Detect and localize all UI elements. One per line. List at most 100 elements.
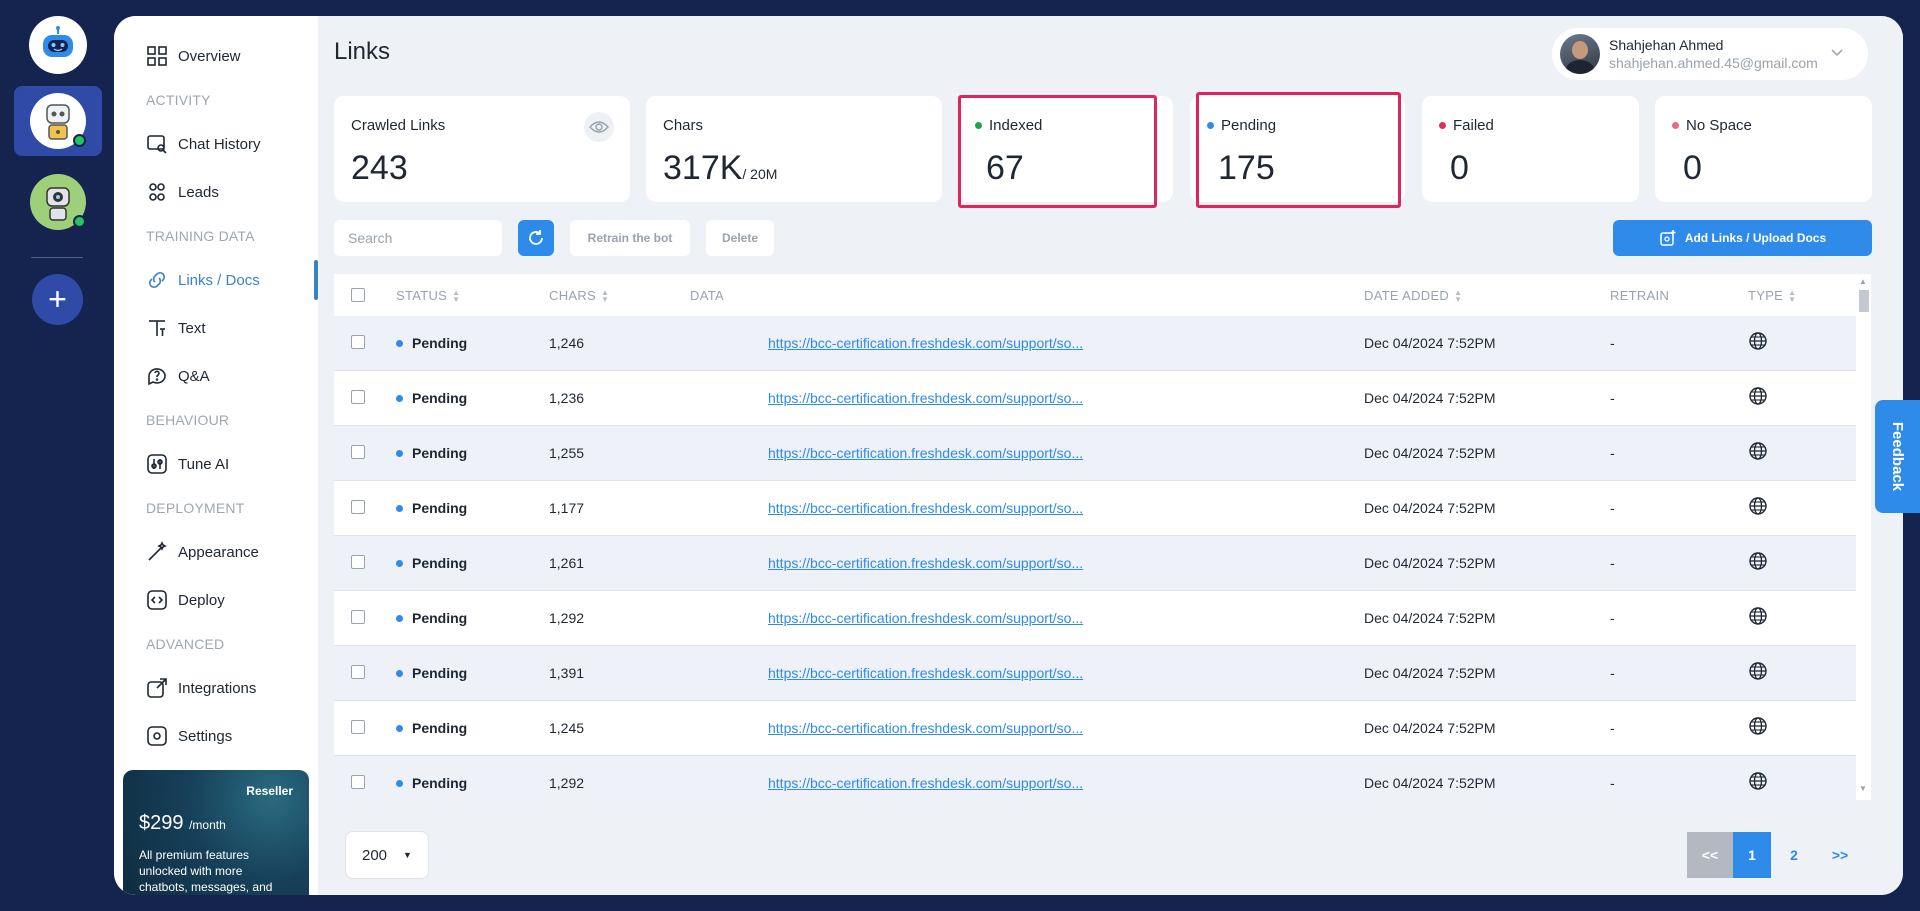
status-badge: Pending — [396, 555, 467, 571]
row-date: Dec 04/2024 7:52PM — [1364, 445, 1496, 461]
table-row: Pending 1,246 https://bcc-certification.… — [334, 316, 1856, 371]
feedback-label: Feedback — [1889, 421, 1907, 492]
column-header-date-added[interactable]: DATE ADDED ▲ ▼ — [1364, 288, 1462, 303]
row-url-link[interactable]: https://bcc-certification.freshdesk.com/… — [768, 390, 1083, 406]
row-checkbox[interactable] — [351, 445, 365, 459]
online-status-indicator — [73, 215, 86, 228]
add-links-upload-docs-button[interactable]: Add Links / Upload Docs — [1613, 220, 1872, 256]
page-size-select[interactable]: 200 ▼ — [345, 831, 429, 879]
row-url-link[interactable]: https://bcc-certification.freshdesk.com/… — [768, 720, 1083, 736]
row-chars: 1,255 — [549, 445, 585, 461]
table-row: Pending 1,292 https://bcc-certification.… — [334, 591, 1856, 646]
row-checkbox[interactable] — [351, 500, 365, 514]
pagination: << 1 2 >> — [1687, 832, 1863, 878]
row-checkbox[interactable] — [351, 665, 365, 679]
robot-icon — [46, 104, 70, 140]
sort-icon: ▲ ▼ — [1454, 287, 1463, 304]
row-date: Dec 04/2024 7:52PM — [1364, 720, 1496, 736]
bot-avatar-2[interactable] — [30, 174, 86, 230]
row-retrain: - — [1610, 610, 1615, 626]
row-chars: 1,245 — [549, 720, 585, 736]
stat-value: 243 — [351, 149, 408, 187]
sidebar-item-label: Appearance — [178, 543, 259, 561]
table-scrollbar[interactable]: ▲ ▼ — [1856, 274, 1871, 800]
row-url-link[interactable]: https://bcc-certification.freshdesk.com/… — [768, 335, 1083, 351]
row-url-link[interactable]: https://bcc-certification.freshdesk.com/… — [768, 665, 1083, 681]
scroll-down-icon[interactable]: ▼ — [1859, 784, 1867, 793]
add-bot-button[interactable]: + — [32, 274, 83, 325]
sidebar-item-overview[interactable]: Overview — [146, 41, 241, 71]
main-content: Links Shahjehan Ahmed shahjehan.ahmed.45… — [318, 16, 1903, 895]
sidebar-item-chat-history[interactable]: Chat History — [146, 129, 261, 159]
row-url-link[interactable]: https://bcc-certification.freshdesk.com/… — [768, 500, 1083, 516]
search-input[interactable] — [334, 220, 502, 256]
select-all-checkbox[interactable] — [351, 288, 365, 302]
page-1-button[interactable]: 1 — [1733, 832, 1771, 878]
row-chars: 1,391 — [549, 665, 585, 681]
promo-tier: Reseller — [246, 784, 293, 798]
status-dot-icon — [396, 559, 403, 567]
stat-card-crawled-links: Crawled Links 243 — [334, 96, 630, 202]
sidebar-item-label: Text — [178, 319, 206, 337]
globe-icon — [1749, 332, 1767, 350]
row-url-link[interactable]: https://bcc-certification.freshdesk.com/… — [768, 555, 1083, 571]
page-title: Links — [334, 38, 391, 65]
column-header-type[interactable]: TYPE ▲ ▼ — [1748, 288, 1796, 303]
page-2-button[interactable]: 2 — [1771, 832, 1817, 878]
question-chat-icon — [148, 368, 166, 386]
chat-search-icon — [147, 135, 167, 154]
globe-icon — [1749, 662, 1767, 680]
sidebar-item-deploy[interactable]: Deploy — [146, 585, 225, 615]
scrollbar-thumb[interactable] — [1859, 290, 1869, 312]
next-page-button[interactable]: >> — [1817, 832, 1863, 878]
feedback-tab[interactable]: Feedback — [1875, 400, 1920, 513]
gear-icon — [147, 726, 167, 746]
row-chars: 1,292 — [549, 775, 585, 791]
sidebar-item-qa[interactable]: Q&A — [146, 361, 210, 391]
robot-icon — [46, 187, 70, 221]
status-badge: Pending — [396, 500, 467, 516]
row-retrain: - — [1610, 500, 1615, 516]
status-dot-icon — [396, 339, 403, 347]
sidebar-item-links-docs[interactable]: Links / Docs — [146, 265, 260, 295]
eye-icon[interactable] — [584, 112, 614, 142]
scroll-up-icon[interactable]: ▲ — [1859, 277, 1867, 286]
table-body: Pending 1,246 https://bcc-certification.… — [334, 316, 1856, 800]
app-logo-icon[interactable] — [29, 16, 87, 74]
row-checkbox[interactable] — [351, 555, 365, 569]
sidebar-item-text[interactable]: Text — [146, 313, 206, 343]
sidebar-item-leads[interactable]: Leads — [146, 177, 219, 207]
sidebar-item-integrations[interactable]: Integrations — [146, 673, 256, 703]
row-checkbox[interactable] — [351, 610, 365, 624]
status-dot-icon — [396, 614, 403, 622]
status-dot-icon — [396, 504, 403, 512]
sidebar-item-tune-ai[interactable]: Tune AI — [146, 449, 229, 479]
retrain-bot-button[interactable]: Retrain the bot — [570, 220, 690, 256]
sort-icon: ▲ ▼ — [601, 287, 610, 304]
row-url-link[interactable]: https://bcc-certification.freshdesk.com/… — [768, 610, 1083, 626]
column-header-chars[interactable]: CHARS ▲ ▼ — [549, 288, 609, 303]
row-url-link[interactable]: https://bcc-certification.freshdesk.com/… — [768, 775, 1083, 791]
sidebar-item-appearance[interactable]: Appearance — [146, 537, 259, 567]
user-menu[interactable]: Shahjehan Ahmed shahjehan.ahmed.45@gmail… — [1552, 28, 1868, 80]
row-checkbox[interactable] — [351, 775, 365, 789]
row-chars: 1,292 — [549, 610, 585, 626]
globe-icon — [1749, 442, 1767, 460]
row-checkbox[interactable] — [351, 335, 365, 349]
row-retrain: - — [1610, 720, 1615, 736]
row-date: Dec 04/2024 7:52PM — [1364, 555, 1496, 571]
bot-avatar-1[interactable] — [30, 93, 86, 149]
row-retrain: - — [1610, 390, 1615, 406]
row-url-link[interactable]: https://bcc-certification.freshdesk.com/… — [768, 445, 1083, 461]
table-row: Pending 1,236 https://bcc-certification.… — [334, 371, 1856, 426]
sidebar-item-settings[interactable]: Settings — [146, 721, 232, 751]
delete-button[interactable]: Delete — [706, 220, 774, 256]
refresh-button[interactable] — [518, 220, 554, 256]
column-header-status[interactable]: STATUS ▲ ▼ — [396, 288, 460, 303]
first-page-button[interactable]: << — [1687, 832, 1733, 878]
row-checkbox[interactable] — [351, 390, 365, 404]
reseller-promo-card[interactable]: Reseller $299 /month All premium feature… — [123, 770, 309, 895]
row-checkbox[interactable] — [351, 720, 365, 734]
status-dot-icon — [396, 779, 403, 787]
rail-divider — [31, 257, 83, 258]
